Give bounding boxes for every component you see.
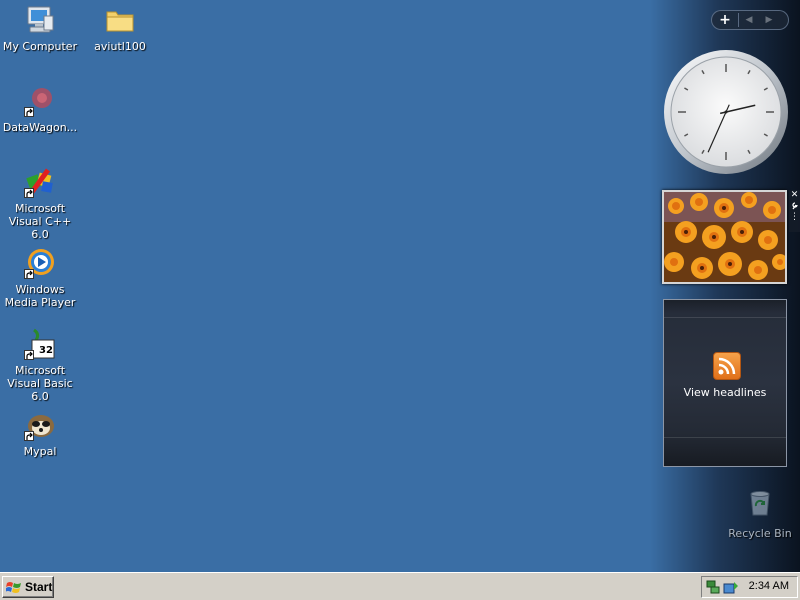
start-label: Start <box>25 580 53 594</box>
desktop-icon-my-computer[interactable]: My Computer <box>0 4 80 53</box>
desktop-icon-windows-media-player[interactable]: Windows Media Player <box>0 247 80 309</box>
close-gadget-button[interactable]: ✕ <box>789 190 800 201</box>
sidebar-controls: + ◀ ▶ <box>711 10 789 30</box>
slideshow-gadget[interactable] <box>662 190 787 284</box>
computer-icon <box>24 4 56 36</box>
divider <box>664 437 786 438</box>
desktop-icon-recycle-bin[interactable]: Recycle Bin <box>722 486 798 541</box>
desktop-icon-label: My Computer <box>2 40 78 53</box>
previous-page-button[interactable]: ◀ <box>739 11 759 29</box>
safely-remove-icon[interactable] <box>723 579 739 595</box>
desktop-icon-label: Windows Media Player <box>4 283 76 309</box>
mypal-icon <box>24 409 56 441</box>
view-headlines-link[interactable]: View headlines <box>664 386 786 399</box>
desktop-icon-label: Microsoft Visual C++ 6.0 <box>8 202 72 241</box>
add-gadget-button[interactable]: + <box>712 11 738 29</box>
flower-photo-icon <box>664 192 785 282</box>
system-tray: 2:34 AM <box>701 576 798 598</box>
shortcut-arrow-icon <box>24 269 34 279</box>
desktop-icon-label: Mypal <box>23 445 57 458</box>
desktop-icon-visual-cpp[interactable]: Microsoft Visual C++ 6.0 <box>0 166 80 241</box>
gadget-toolbar: ✕ ⋮ <box>789 190 800 232</box>
desktop-icon-mypal[interactable]: Mypal <box>0 409 80 458</box>
feed-headlines-gadget[interactable]: View headlines <box>663 299 787 467</box>
shortcut-arrow-icon <box>24 350 34 360</box>
next-page-button[interactable]: ▶ <box>759 11 779 29</box>
drag-handle-icon[interactable]: ⋮ <box>789 212 800 223</box>
recycle-bin-icon <box>744 486 776 518</box>
desktop-icon-label: aviutl100 <box>94 40 146 53</box>
network-icon[interactable] <box>705 579 721 595</box>
tray-clock[interactable]: 2:34 AM <box>749 580 789 592</box>
shortcut-arrow-icon <box>24 188 34 198</box>
desktop-icon-label: Recycle Bin <box>728 527 792 540</box>
svg-text:32: 32 <box>39 345 53 356</box>
desktop-icon-label: DataWagon... <box>2 121 78 134</box>
rss-icon <box>713 352 741 380</box>
visual-basic-icon: 32 <box>24 328 56 360</box>
media-player-icon <box>24 247 56 279</box>
visual-cpp-icon <box>24 166 56 198</box>
desktop-icon-datawagon[interactable]: DataWagon... <box>0 85 80 134</box>
windows-logo-icon <box>5 580 22 594</box>
options-wrench-icon[interactable] <box>789 201 800 212</box>
clock-gadget[interactable] <box>663 49 789 175</box>
desktop-icon-label: Microsoft Visual Basic 6.0 <box>7 364 73 403</box>
desktop-icon-aviutl100[interactable]: aviutl100 <box>80 4 160 53</box>
desktop: My Computer aviutl100 DataWagon... Micro… <box>0 0 800 572</box>
datawagon-icon <box>24 85 56 117</box>
analog-clock-icon <box>664 50 788 174</box>
shortcut-arrow-icon <box>24 107 34 117</box>
folder-icon <box>104 4 136 36</box>
taskbar: Start 2:34 AM <box>0 572 800 600</box>
shortcut-arrow-icon <box>24 431 34 441</box>
start-button[interactable]: Start <box>2 576 54 598</box>
divider <box>664 317 786 318</box>
desktop-icon-visual-basic[interactable]: 32 Microsoft Visual Basic 6.0 <box>0 328 80 403</box>
